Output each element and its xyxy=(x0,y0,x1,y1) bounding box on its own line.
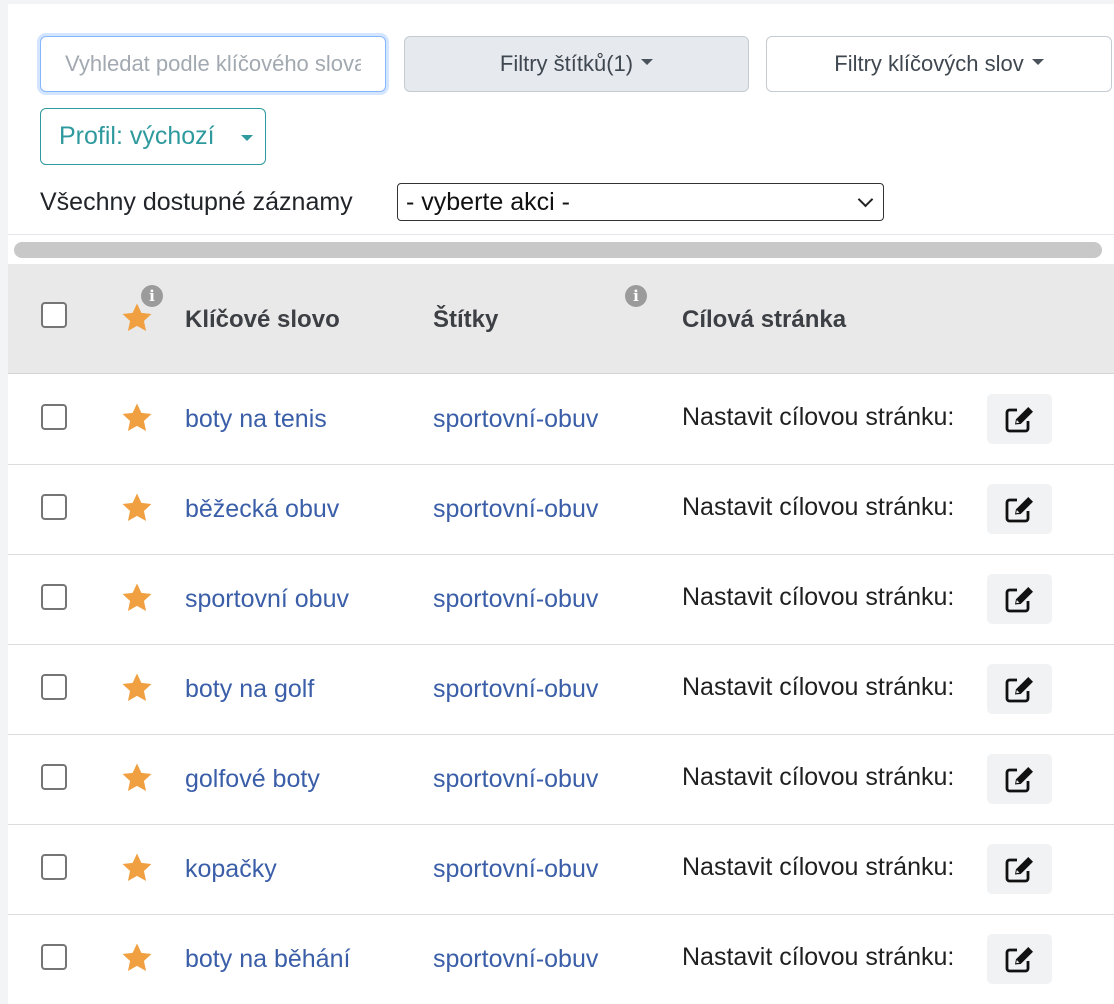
table-row: kopačky sportovní-obuv Nastavit cílovou … xyxy=(8,825,1114,915)
select-all-checkbox[interactable] xyxy=(41,302,67,328)
edit-target-button[interactable] xyxy=(987,664,1052,714)
chevron-down-icon xyxy=(857,191,874,208)
keyword-management-panel: Filtry štítků(1) Filtry klíčových slov P… xyxy=(8,4,1114,1004)
column-header-tags[interactable]: Štítky xyxy=(433,305,498,335)
edit-icon xyxy=(1005,497,1033,523)
bulk-scope-label: Všechny dostupné záznamy xyxy=(40,188,353,216)
keyword-filters-button[interactable]: Filtry klíčových slov xyxy=(766,36,1112,92)
edit-target-button[interactable] xyxy=(987,754,1052,804)
caret-down-icon xyxy=(241,135,253,141)
tag-link[interactable]: sportovní-obuv xyxy=(433,944,598,974)
edit-target-button[interactable] xyxy=(987,844,1052,894)
edit-icon xyxy=(1005,857,1033,883)
profile-label: Profil: výchozí xyxy=(59,122,215,150)
edit-target-button[interactable] xyxy=(987,934,1052,984)
keyword-link[interactable]: boty na tenis xyxy=(185,404,327,434)
column-header-keyword[interactable]: Klíčové slovo xyxy=(185,305,340,335)
keyword-link[interactable]: kopačky xyxy=(185,854,277,884)
row-checkbox[interactable] xyxy=(41,854,67,880)
tag-link[interactable]: sportovní-obuv xyxy=(433,764,598,794)
table-row: boty na tenis sportovní-obuv Nastavit cí… xyxy=(8,375,1114,465)
table-row: sportovní obuv sportovní-obuv Nastavit c… xyxy=(8,555,1114,645)
info-icon[interactable]: i xyxy=(141,285,163,307)
tag-link[interactable]: sportovní-obuv xyxy=(433,854,598,884)
tag-link[interactable]: sportovní-obuv xyxy=(433,404,598,434)
tag-filters-button[interactable]: Filtry štítků(1) xyxy=(404,36,749,92)
star-icon[interactable] xyxy=(119,941,155,975)
tag-link[interactable]: sportovní-obuv xyxy=(433,494,598,524)
table-header: i Klíčové slovo Štítky i Cílová stránka xyxy=(8,264,1114,374)
bulk-action-select[interactable]: - vyberte akci - xyxy=(397,183,884,221)
star-icon[interactable] xyxy=(119,401,155,435)
tag-link[interactable]: sportovní-obuv xyxy=(433,674,598,704)
horizontal-scrollbar[interactable] xyxy=(14,242,1102,258)
target-page-label: Nastavit cílovou stránku: xyxy=(682,583,955,611)
keyword-link[interactable]: sportovní obuv xyxy=(185,584,349,614)
star-icon[interactable] xyxy=(119,671,155,705)
table-row: golfové boty sportovní-obuv Nastavit cíl… xyxy=(8,735,1114,825)
keyword-link[interactable]: boty na běhání xyxy=(185,944,350,974)
keyword-filters-label: Filtry klíčových slov xyxy=(834,51,1024,76)
tag-link[interactable]: sportovní-obuv xyxy=(433,584,598,614)
divider xyxy=(8,234,1114,235)
row-checkbox[interactable] xyxy=(41,494,67,520)
edit-icon xyxy=(1005,767,1033,793)
table-row: běžecká obuv sportovní-obuv Nastavit cíl… xyxy=(8,465,1114,555)
edit-target-button[interactable] xyxy=(987,574,1052,624)
target-page-label: Nastavit cílovou stránku: xyxy=(682,673,955,701)
row-checkbox[interactable] xyxy=(41,674,67,700)
star-icon[interactable] xyxy=(119,491,155,525)
target-page-label: Nastavit cílovou stránku: xyxy=(682,403,955,431)
caret-down-icon xyxy=(641,59,654,65)
target-page-label: Nastavit cílovou stránku: xyxy=(682,493,955,521)
info-icon[interactable]: i xyxy=(625,285,647,307)
target-page-label: Nastavit cílovou stránku: xyxy=(682,763,955,791)
tag-filters-label: Filtry štítků(1) xyxy=(499,51,634,76)
star-icon[interactable] xyxy=(119,581,155,615)
row-checkbox[interactable] xyxy=(41,584,67,610)
profile-dropdown-button[interactable]: Profil: výchozí xyxy=(40,108,266,165)
keyword-link[interactable]: boty na golf xyxy=(185,674,314,704)
keyword-link[interactable]: běžecká obuv xyxy=(185,494,339,524)
caret-down-icon xyxy=(1031,59,1044,65)
table-row: boty na běhání sportovní-obuv Nastavit c… xyxy=(8,915,1114,1004)
row-checkbox[interactable] xyxy=(41,764,67,790)
edit-icon xyxy=(1005,947,1033,973)
table-row: boty na golf sportovní-obuv Nastavit cíl… xyxy=(8,645,1114,735)
edit-target-button[interactable] xyxy=(987,394,1052,444)
row-checkbox[interactable] xyxy=(41,944,67,970)
target-page-label: Nastavit cílovou stránku: xyxy=(682,853,955,881)
edit-icon xyxy=(1005,407,1033,433)
edit-icon xyxy=(1005,587,1033,613)
bulk-action-value: - vyberte akci - xyxy=(406,188,570,216)
star-icon[interactable] xyxy=(119,761,155,795)
edit-icon xyxy=(1005,677,1033,703)
star-icon[interactable] xyxy=(119,851,155,885)
keyword-search-input[interactable] xyxy=(40,36,386,92)
column-header-target-page[interactable]: Cílová stránka xyxy=(682,305,846,335)
keyword-link[interactable]: golfové boty xyxy=(185,764,320,794)
target-page-label: Nastavit cílovou stránku: xyxy=(682,943,955,971)
row-checkbox[interactable] xyxy=(41,404,67,430)
edit-target-button[interactable] xyxy=(987,484,1052,534)
